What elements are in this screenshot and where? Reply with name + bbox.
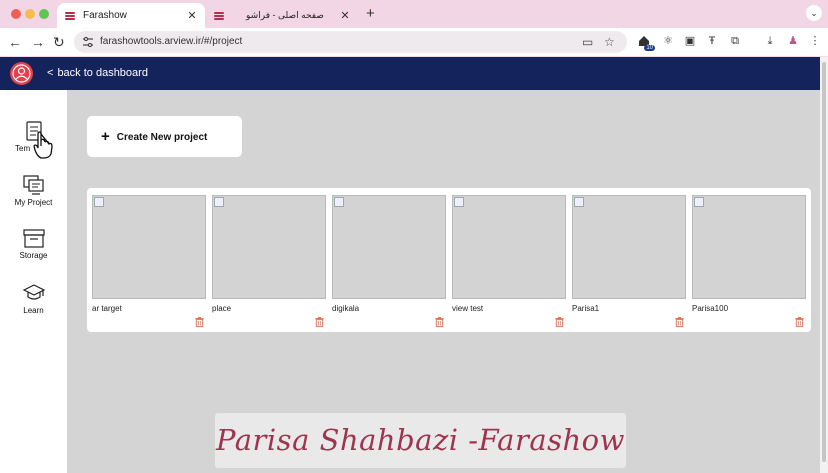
tab-title: صفحه اصلی - فراشو [246, 10, 324, 20]
sidebar-item-my-project[interactable]: My Project [0, 174, 67, 207]
trash-icon[interactable] [795, 317, 804, 327]
project-card[interactable]: Parisa100 [687, 195, 806, 330]
url-text: farashowtools.arview.ir/#/project [100, 36, 243, 47]
close-icon[interactable]: ✕ [338, 9, 352, 22]
maximize-window-button[interactable] [39, 9, 49, 19]
plus-icon: + [101, 128, 110, 145]
farashow-logo-icon [65, 11, 77, 21]
trash-icon[interactable] [195, 317, 204, 327]
project-name: digikala [332, 304, 360, 313]
sidebar: Tem My Project Storage Learn [0, 90, 67, 473]
project-card[interactable]: digikala [327, 195, 446, 330]
template-icon [25, 121, 53, 159]
project-card[interactable]: ar target [87, 195, 206, 330]
project-thumbnail[interactable] [332, 195, 446, 299]
site-settings-icon[interactable] [82, 36, 94, 48]
tab-farashow[interactable]: Farashow ✕ [57, 3, 205, 28]
minimize-window-button[interactable] [25, 9, 35, 19]
watermark-text: Parisa Shahbazi -Farashow [216, 423, 625, 457]
sidebar-item-label: My Project [14, 198, 53, 207]
trash-icon[interactable] [435, 317, 444, 327]
extension-grid-icon[interactable]: ▣ [683, 34, 697, 48]
broken-image-icon [94, 197, 104, 207]
extension-text-icon[interactable]: Ŧ [705, 34, 719, 48]
project-thumbnail[interactable] [212, 195, 326, 299]
new-tab-button[interactable]: + [366, 5, 375, 22]
tab-title: Farashow [83, 10, 127, 21]
back-to-dashboard-link[interactable]: < back to dashboard [47, 67, 148, 79]
tab-farashow-home[interactable]: صفحه اصلی - فراشو ✕ [206, 3, 358, 28]
cast-icon[interactable]: ▭ [582, 35, 593, 49]
sidebar-item-label: Learn [23, 306, 44, 315]
broken-image-icon [694, 197, 704, 207]
project-thumbnail[interactable] [572, 195, 686, 299]
tab-search-chevron-icon[interactable]: ⌄ [806, 5, 822, 21]
broken-image-icon [214, 197, 224, 207]
sidebar-item-templates[interactable]: Tem [0, 120, 67, 162]
back-arrow-icon[interactable]: ← [8, 34, 22, 50]
broken-image-icon [574, 197, 584, 207]
project-name: ar target [92, 304, 122, 313]
extension-badge: 10 [644, 45, 655, 51]
sidebar-item-label: Storage [19, 251, 48, 260]
project-card[interactable]: view test [447, 195, 566, 330]
farashow-logo-icon [214, 11, 226, 21]
watermark-banner: Parisa Shahbazi -Farashow [215, 413, 626, 468]
download-icon[interactable]: ⤓ [763, 34, 777, 48]
trash-icon[interactable] [315, 317, 324, 327]
sidebar-item-learn[interactable]: Learn [0, 282, 67, 315]
extension-react-icon[interactable]: ⚛ [661, 34, 675, 48]
extensions-puzzle-icon[interactable]: ⧉ [728, 34, 742, 48]
extension-house-icon[interactable]: 10 [637, 34, 655, 51]
browser-tab-strip: Farashow ✕ صفحه اصلی - فراشو ✕ + ⌄ [0, 0, 828, 28]
forward-arrow-icon[interactable]: → [31, 34, 45, 50]
project-icon [22, 175, 44, 195]
project-card[interactable]: Parisa1 [567, 195, 686, 330]
profile-avatar-icon[interactable]: ♟ [786, 34, 800, 48]
user-avatar-icon[interactable] [10, 62, 33, 85]
trash-icon[interactable] [675, 317, 684, 327]
project-name: Parisa1 [572, 304, 600, 313]
broken-image-icon [334, 197, 344, 207]
broken-image-icon [454, 197, 464, 207]
project-card[interactable]: place [207, 195, 326, 330]
project-thumbnail[interactable] [92, 195, 206, 299]
project-name: place [212, 304, 232, 313]
project-name: view test [452, 304, 484, 313]
graduation-cap-icon [22, 284, 45, 300]
create-button-label: Create New project [116, 132, 208, 143]
back-link-label: back to dashboard [57, 67, 148, 79]
close-icon[interactable]: ✕ [185, 9, 199, 22]
sidebar-item-storage[interactable]: Storage [0, 227, 67, 260]
app-header: < back to dashboard [0, 57, 820, 90]
project-thumbnail[interactable] [692, 195, 806, 299]
chevron-left-icon: < [47, 67, 54, 79]
storage-icon [22, 229, 45, 248]
address-bar[interactable]: farashowtools.arview.ir/#/project ▭ ☆ [74, 31, 627, 53]
sidebar-item-label: Tem [15, 144, 31, 153]
browser-menu-icon[interactable]: ⋮ [808, 34, 822, 48]
reload-icon[interactable]: ↻ [53, 34, 65, 50]
create-new-project-button[interactable]: + Create New project [87, 116, 242, 157]
browser-toolbar: ← → ↻ farashowtools.arview.ir/#/project … [0, 28, 828, 56]
close-window-button[interactable] [11, 9, 21, 19]
project-name: Parisa100 [692, 304, 729, 313]
trash-icon[interactable] [555, 317, 564, 327]
project-thumbnail[interactable] [452, 195, 566, 299]
bookmark-star-icon[interactable]: ☆ [604, 35, 615, 49]
scrollbar-thumb[interactable] [822, 62, 826, 462]
